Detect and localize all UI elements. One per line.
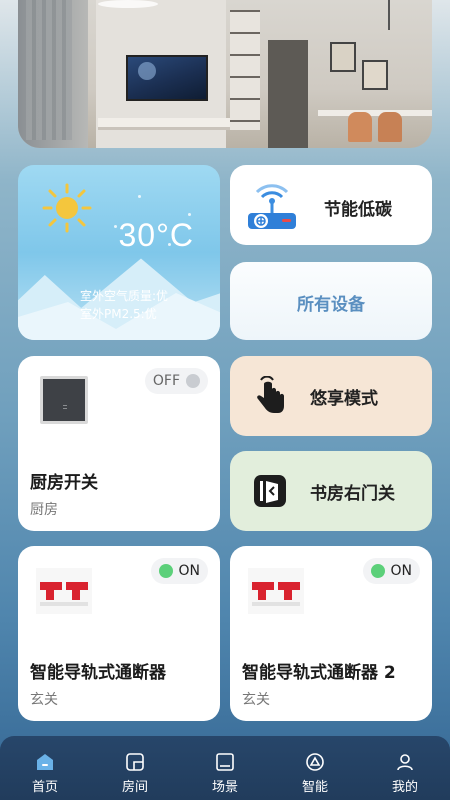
sun-icon [42, 183, 92, 233]
device-card-rail-breaker[interactable]: ON 智能导轨式通断器 玄关 [18, 546, 220, 721]
all-devices-label: 所有设备 [297, 295, 365, 315]
device-toggle[interactable]: ON [150, 558, 208, 584]
device-name: 厨房开关 [30, 473, 98, 493]
device-room: 厨房 [30, 502, 58, 518]
study-door-tile[interactable]: 书房右门关 [230, 451, 432, 531]
enjoy-mode-label: 悠享模式 [310, 389, 378, 409]
device-toggle[interactable]: ON [362, 558, 420, 584]
device-name: 智能导轨式通断器 [30, 663, 166, 683]
door-close-icon [254, 475, 286, 507]
bottom-nav: 首页 房间 场景 智能 我的 [0, 736, 450, 800]
nav-label: 我的 [391, 780, 418, 795]
toggle-status-text: ON [178, 563, 201, 579]
nav-label: 智能 [301, 780, 328, 795]
status-dot [370, 564, 385, 578]
room-icon [126, 753, 144, 771]
device-room: 玄关 [30, 692, 58, 708]
nav-item-room[interactable]: 房间 [105, 752, 165, 795]
study-door-label: 书房右门关 [310, 484, 395, 504]
nav-label: 场景 [211, 780, 238, 795]
toggle-status-text: ON [390, 563, 413, 579]
nav-item-smart[interactable]: 智能 [285, 752, 345, 795]
room-banner-image [18, 0, 432, 148]
pm25-text: 室外PM2.5:优 [80, 307, 157, 321]
smart-icon [306, 753, 324, 771]
all-devices-tile[interactable]: 所有设备 [230, 262, 432, 340]
nav-item-home[interactable]: 首页 [15, 752, 75, 795]
router-signal-icon [248, 184, 296, 229]
wall-switch-image [40, 376, 88, 424]
nav-item-scene[interactable]: 场景 [195, 752, 255, 795]
profile-icon [397, 754, 413, 771]
rail-breaker-image [248, 568, 304, 614]
status-dot [158, 564, 173, 578]
scene-icon [216, 753, 234, 771]
nav-label: 首页 [31, 780, 58, 795]
device-toggle[interactable]: OFF [144, 368, 208, 394]
nav-label: 房间 [121, 780, 148, 795]
enjoy-mode-tile[interactable]: 悠享模式 [230, 356, 432, 436]
energy-saving-label: 节能低碳 [324, 200, 392, 220]
device-card-kitchen-switch[interactable]: OFF 厨房开关 厨房 [18, 356, 220, 531]
status-dot [186, 374, 200, 388]
tap-hand-icon [257, 376, 284, 413]
toggle-status-text: OFF [152, 373, 180, 389]
temperature-value: 30°C [118, 217, 194, 253]
device-name: 智能导轨式通断器 2 [242, 663, 396, 683]
device-room: 玄关 [242, 692, 270, 708]
nav-item-profile[interactable]: 我的 [375, 752, 435, 795]
air-quality-text: 室外空气质量:优 [80, 289, 169, 303]
weather-card[interactable]: 30°C 室外空气质量:优 室外PM2.5:优 [18, 165, 220, 340]
home-icon [37, 754, 53, 770]
energy-saving-tile[interactable]: 节能低碳 [230, 165, 432, 245]
rail-breaker-image [36, 568, 92, 614]
device-card-rail-breaker-2[interactable]: ON 智能导轨式通断器 2 玄关 [230, 546, 432, 721]
